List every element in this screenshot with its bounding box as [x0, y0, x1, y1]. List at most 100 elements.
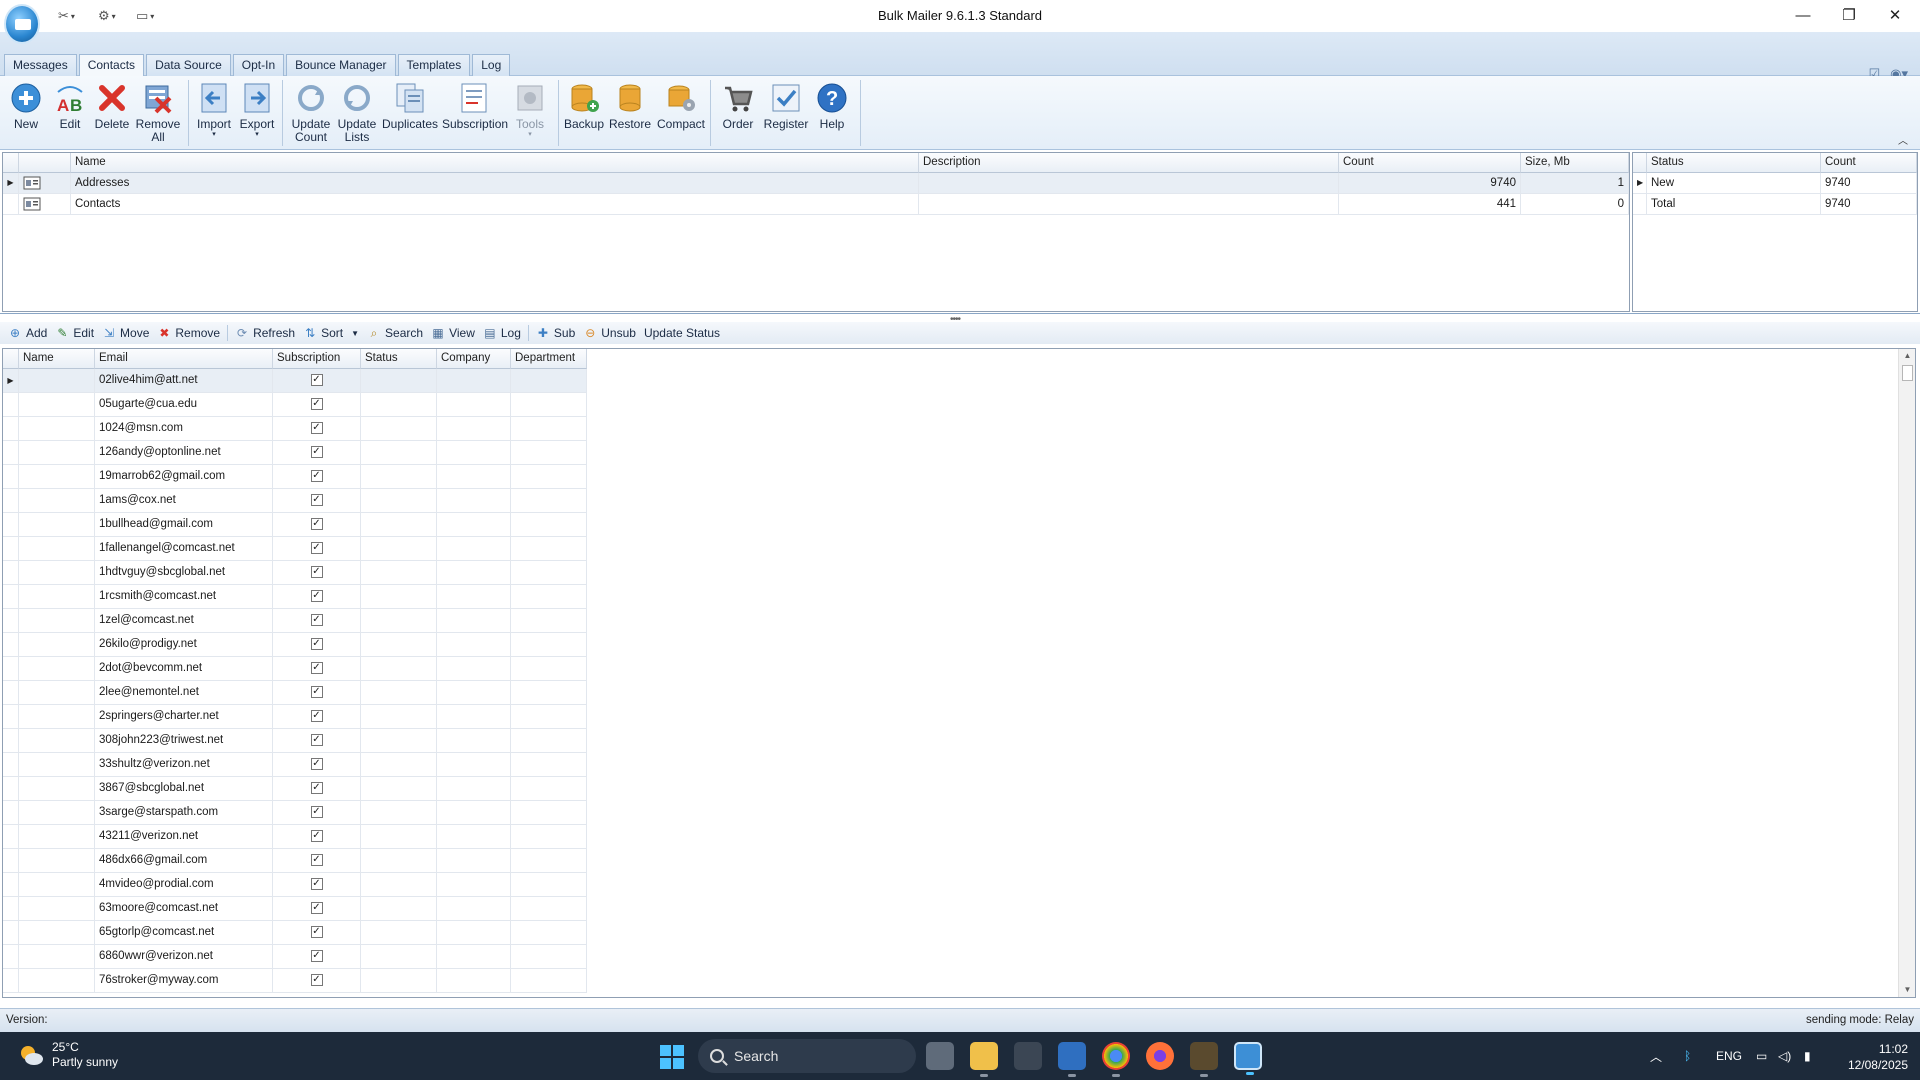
update-status-button[interactable]: Update Status — [640, 323, 724, 343]
scroll-up-icon[interactable]: ▲ — [1899, 349, 1915, 363]
column-header-company[interactable]: Company — [437, 349, 511, 369]
subscription-checkbox[interactable]: ✓ — [310, 421, 323, 434]
show-hidden-icons[interactable]: ︿ — [1650, 1032, 1662, 1080]
table-row[interactable]: 1ams@cox.net ✓ — [3, 489, 587, 513]
new-button[interactable]: New — [2, 82, 50, 131]
tools-button[interactable]: Tools ▾ — [506, 82, 554, 139]
subscription-checkbox[interactable]: ✓ — [310, 541, 323, 554]
tab-bounce-manager[interactable]: Bounce Manager — [286, 54, 396, 76]
start-button[interactable] — [660, 1045, 684, 1069]
order-button[interactable]: Order — [714, 82, 762, 131]
table-row[interactable]: 1rcsmith@comcast.net ✓ — [3, 585, 587, 609]
subscription-checkbox[interactable]: ✓ — [310, 829, 323, 842]
compact-button[interactable]: Compact — [657, 82, 705, 131]
table-row[interactable]: 65gtorlp@comcast.net ✓ — [3, 921, 587, 945]
app-landscape-icon[interactable] — [1190, 1042, 1218, 1077]
subscription-button[interactable]: Subscription — [442, 82, 508, 131]
tab-opt-in[interactable]: Opt-In — [232, 54, 285, 76]
subscription-checkbox[interactable]: ✓ — [310, 733, 323, 746]
subscription-checkbox[interactable]: ✓ — [310, 637, 323, 650]
column-header-status[interactable]: Status — [361, 349, 437, 369]
table-row[interactable]: 6860wwr@verizon.net ✓ — [3, 945, 587, 969]
subscription-checkbox[interactable]: ✓ — [310, 973, 323, 986]
sub-button[interactable]: ✚ Sub — [532, 323, 579, 343]
list-row[interactable]: Contacts 441 0 — [3, 194, 1629, 215]
column-header-count[interactable]: Count — [1339, 153, 1521, 173]
table-row[interactable]: ▶ 02live4him@att.net ✓ — [3, 369, 587, 393]
log-button[interactable]: ▤ Log — [479, 323, 525, 343]
column-header-department[interactable]: Department — [511, 349, 587, 369]
table-row[interactable]: 308john223@triwest.net ✓ — [3, 729, 587, 753]
subscription-checkbox[interactable]: ✓ — [310, 493, 323, 506]
network-icon[interactable]: ▭ — [1756, 1032, 1767, 1080]
subscription-checkbox[interactable]: ✓ — [310, 589, 323, 602]
subscription-checkbox[interactable]: ✓ — [310, 925, 323, 938]
app-logo-icon[interactable] — [4, 4, 40, 44]
restore-button[interactable]: ❐ — [1826, 0, 1872, 30]
column-header-subscription[interactable]: Subscription — [273, 349, 361, 369]
table-row[interactable]: 63moore@comcast.net ✓ — [3, 897, 587, 921]
tab-data-source[interactable]: Data Source — [146, 54, 231, 76]
table-row[interactable]: 2dot@bevcomm.net ✓ — [3, 657, 587, 681]
duplicates-button[interactable]: Duplicates — [380, 82, 440, 131]
subscription-checkbox[interactable]: ✓ — [310, 757, 323, 770]
weather-widget[interactable]: 25°C Partly sunny — [18, 1040, 118, 1070]
table-row[interactable]: 33shultz@verizon.net ✓ — [3, 753, 587, 777]
subscription-checkbox[interactable]: ✓ — [310, 565, 323, 578]
subscription-checkbox[interactable]: ✓ — [310, 517, 323, 530]
table-row[interactable]: 1hdtvguy@sbcglobal.net ✓ — [3, 561, 587, 585]
export-button[interactable]: Export ▾ — [233, 82, 281, 139]
chrome-icon[interactable] — [1102, 1042, 1130, 1077]
column-header-name[interactable]: Name — [19, 349, 95, 369]
table-row[interactable]: 126andy@optonline.net ✓ — [3, 441, 587, 465]
edit-button[interactable]: ✎ Edit — [51, 323, 98, 343]
status-row[interactable]: ▶ New 9740 — [1633, 173, 1917, 194]
register-button[interactable]: Register — [761, 82, 811, 131]
status-row[interactable]: Total 9740 — [1633, 194, 1917, 215]
delete-button[interactable]: Delete — [88, 82, 136, 131]
table-row[interactable]: 19marrob62@gmail.com ✓ — [3, 465, 587, 489]
subscription-checkbox[interactable]: ✓ — [310, 373, 323, 386]
unsub-button[interactable]: ⊖ Unsub — [579, 323, 640, 343]
task-view-icon[interactable] — [926, 1042, 954, 1070]
column-header-status[interactable]: Status — [1647, 153, 1821, 173]
subscription-checkbox[interactable]: ✓ — [310, 805, 323, 818]
subscription-checkbox[interactable]: ✓ — [310, 781, 323, 794]
subscription-checkbox[interactable]: ✓ — [310, 901, 323, 914]
table-row[interactable]: 3sarge@starspath.com ✓ — [3, 801, 587, 825]
table-row[interactable]: 2springers@charter.net ✓ — [3, 705, 587, 729]
minimize-button[interactable]: — — [1780, 0, 1826, 30]
help-button[interactable]: ? Help — [808, 82, 856, 131]
table-row[interactable]: 4mvideo@prodial.com ✓ — [3, 873, 587, 897]
table-row[interactable]: 05ugarte@cua.edu ✓ — [3, 393, 587, 417]
language-indicator[interactable]: ENG — [1716, 1032, 1742, 1080]
subscription-checkbox[interactable]: ✓ — [310, 397, 323, 410]
backup-button[interactable]: Backup — [560, 82, 608, 131]
subscription-checkbox[interactable]: ✓ — [310, 469, 323, 482]
edit-button[interactable]: AB Edit — [46, 82, 94, 131]
tab-messages[interactable]: Messages — [4, 54, 77, 76]
column-header-name[interactable]: Name — [71, 153, 919, 173]
list-row[interactable]: ▶ Addresses 9740 1 — [3, 173, 1629, 194]
firefox-icon[interactable] — [1146, 1042, 1174, 1070]
add-button[interactable]: ⊕ Add — [4, 323, 51, 343]
subscription-checkbox[interactable]: ✓ — [310, 445, 323, 458]
column-header-email[interactable]: Email — [95, 349, 273, 369]
collapse-ribbon-icon[interactable]: ︿ — [1898, 132, 1908, 147]
scroll-thumb[interactable] — [1902, 365, 1913, 381]
move-button[interactable]: ⇲ Move — [98, 323, 153, 343]
subscription-checkbox[interactable]: ✓ — [310, 949, 323, 962]
subscription-checkbox[interactable]: ✓ — [310, 685, 323, 698]
subscription-checkbox[interactable]: ✓ — [310, 613, 323, 626]
battery-icon[interactable]: ▮ — [1804, 1032, 1811, 1080]
table-row[interactable]: 2lee@nemontel.net ✓ — [3, 681, 587, 705]
bulk-mailer-taskbar-icon[interactable] — [1234, 1042, 1262, 1075]
tab-log[interactable]: Log — [472, 54, 511, 76]
table-row[interactable]: 1bullhead@gmail.com ✓ — [3, 513, 587, 537]
taskbar-search[interactable]: Search — [698, 1039, 916, 1073]
remove-all-button[interactable]: Remove All — [134, 82, 182, 144]
sort-button[interactable]: ⇅ Sort ▼ — [299, 323, 363, 343]
close-button[interactable]: ✕ — [1872, 0, 1918, 30]
remove-button[interactable]: ✖ Remove — [153, 323, 224, 343]
table-row[interactable]: 3867@sbcglobal.net ✓ — [3, 777, 587, 801]
